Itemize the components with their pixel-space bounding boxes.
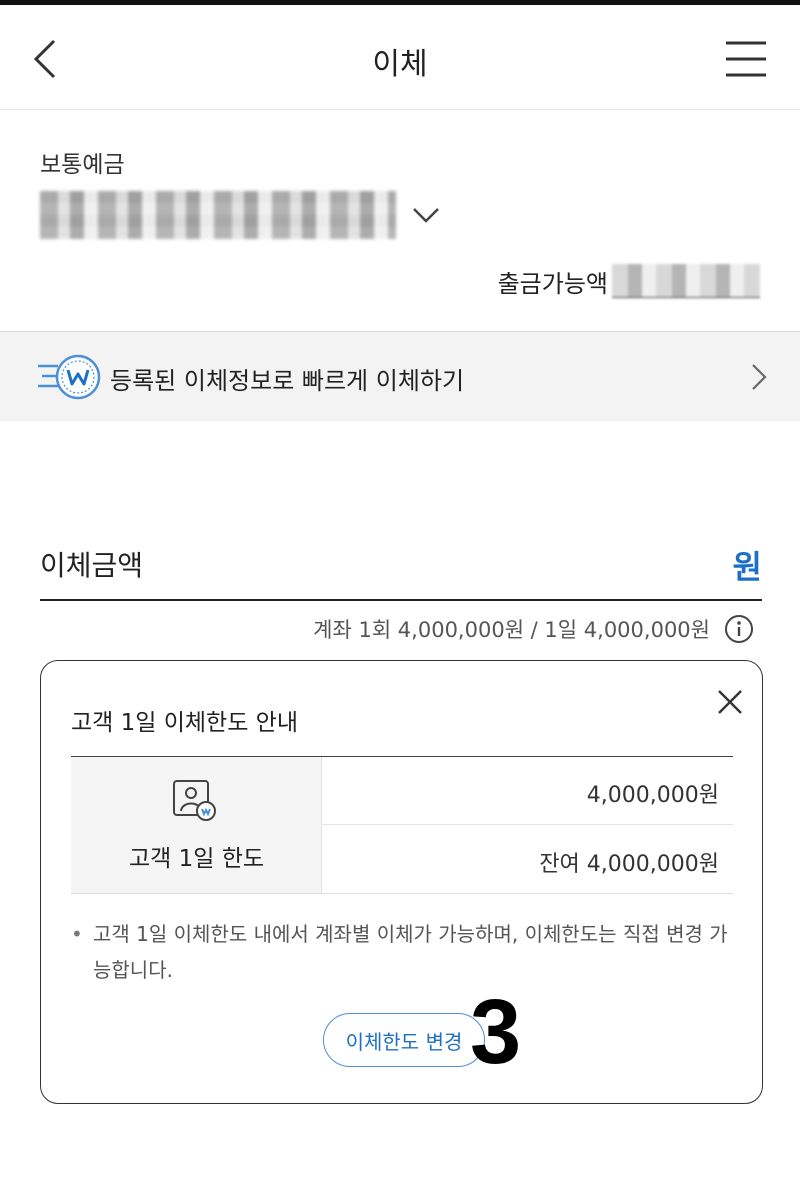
remaining-limit-value: 잔여 4,000,000원	[539, 852, 719, 877]
daily-limit-popup: 고객 1일 이체한도 안내 고객 1일 한도 4,000,000원 잔여 4,0…	[40, 660, 763, 1104]
step-number-annotation: 3	[470, 981, 522, 1083]
account-section: 보통예금 출금가능액	[0, 111, 800, 331]
quick-transfer-label: 등록된 이체정보로 빠르게 이체하기	[110, 367, 465, 395]
chevron-right-icon	[752, 364, 767, 390]
limit-table-header-cell: 고객 1일 한도	[71, 757, 322, 893]
transfer-limit-text: 계좌 1회 4,000,000원 / 1일 4,000,000원	[313, 618, 710, 642]
chevron-down-icon	[413, 208, 439, 223]
account-select-button[interactable]	[410, 201, 442, 229]
menu-button[interactable]	[722, 39, 770, 79]
limit-note: • 고객 1일 이체한도 내에서 계좌별 이체가 가능하며, 이체한도는 직접 …	[71, 916, 733, 988]
transfer-amount-input[interactable]: 이체금액 원	[40, 530, 762, 601]
available-balance-row: 출금가능액	[498, 261, 760, 301]
limit-table: 고객 1일 한도 4,000,000원 잔여 4,000,000원	[71, 756, 733, 894]
daily-limit-value: 4,000,000원	[323, 757, 733, 825]
account-number-blurred[interactable]	[40, 191, 396, 239]
transfer-limit-row: 계좌 1회 4,000,000원 / 1일 4,000,000원	[313, 613, 754, 645]
limit-note-text: 고객 1일 이체한도 내에서 계좌별 이체가 가능하며, 이체한도는 직접 변경…	[93, 922, 728, 982]
header: 이체	[0, 5, 800, 110]
change-limit-button[interactable]: 이체한도 변경	[323, 1013, 485, 1067]
available-balance-value-blurred	[612, 264, 760, 298]
currency-unit: 원	[732, 548, 762, 586]
customer-daily-limit-label: 고객 1일 한도	[128, 846, 265, 872]
transfer-amount-label: 이체금액	[40, 549, 144, 582]
account-type-label: 보통예금	[40, 152, 125, 178]
bullet: •	[71, 922, 83, 946]
hamburger-menu-icon	[726, 41, 766, 77]
quick-transfer-button[interactable]: 등록된 이체정보로 빠르게 이체하기	[0, 331, 800, 421]
popup-title: 고객 1일 이체한도 안내	[71, 710, 299, 736]
page-title: 이체	[372, 47, 428, 82]
fast-transfer-icon	[38, 354, 101, 400]
available-balance-label: 출금가능액	[497, 269, 608, 298]
close-icon[interactable]	[715, 687, 745, 717]
info-icon[interactable]	[724, 614, 754, 644]
customer-limit-icon	[173, 780, 216, 821]
